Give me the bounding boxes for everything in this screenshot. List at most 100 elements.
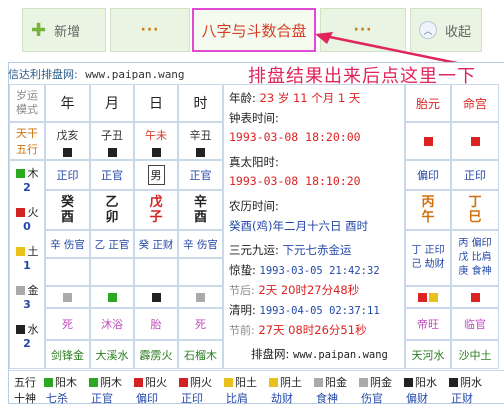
element-count: 2 — [23, 181, 31, 194]
element-count: 0 — [23, 220, 31, 233]
pillar-element-icon — [107, 292, 117, 302]
right-stem-branch-0: 丙午 — [405, 190, 451, 230]
pillar-stem: 乙 — [105, 195, 119, 210]
right-state-1: 临官 — [451, 308, 499, 340]
footer-url: www.paipan.wang — [293, 349, 388, 361]
element-swatch-icon — [15, 246, 25, 256]
pillar-stem-branch-0: 癸酉 — [45, 190, 90, 230]
right-hidden-item: 戊 比肩 — [458, 252, 492, 263]
pillar-elem-3 — [178, 286, 223, 308]
tab-more-left[interactable]: ··· — [110, 8, 190, 52]
legend-swatch-icon — [269, 377, 278, 387]
yunshi-cell: 岁运模式 — [9, 84, 45, 122]
pillar-god-3: 正官 — [178, 160, 223, 190]
pillar-sub-text: 戊亥 — [56, 129, 79, 142]
pillar-empty-2 — [134, 258, 178, 286]
right-element-icon — [470, 292, 480, 302]
right-hidden-item: 庚 食神 — [458, 266, 492, 277]
pillar-element-icon — [151, 292, 161, 302]
pillar-branch: 子 — [149, 210, 163, 225]
right-state-0: 帝旺 — [405, 308, 451, 340]
pillar-header-1: 月 — [90, 84, 134, 122]
jingzhe-value: 1993-03-05 21:42:32 — [259, 265, 380, 277]
add-label: 新增 — [54, 24, 81, 40]
legend-swatch-icon — [314, 377, 323, 387]
tiangan-wuxing-cell: 天干 五行 — [9, 122, 45, 160]
qingming-value: 1993-04-05 02:37:11 — [259, 305, 380, 317]
footer-label: 排盘网: — [251, 347, 290, 361]
legend-swatch-icon — [224, 377, 233, 387]
pillar-elem-1 — [90, 286, 134, 308]
after-label: 节前: — [229, 324, 255, 337]
lunar-value: 癸酉(鸡)年二月十六日 酉时 — [229, 219, 369, 233]
legend-swatch-icon — [404, 377, 413, 387]
solar-label: 真太阳时: — [229, 155, 279, 169]
pillar-sub-text: 午未 — [145, 129, 167, 142]
legend-element-name: 阴水 — [460, 376, 482, 389]
pillar-branch: 酉 — [60, 210, 74, 225]
right-stem-branch-1: 丁巳 — [451, 190, 499, 230]
sanyuan-value: 下元七赤金运 — [282, 243, 352, 257]
legend-swatch-icon — [359, 377, 368, 387]
pillar-header-2: 日 — [134, 84, 178, 122]
legend-swatch-icon — [449, 377, 458, 387]
right-stem: 丁 — [468, 195, 482, 210]
pillar-sub-2: 午未 — [134, 122, 178, 160]
gender-badge: 男 — [147, 165, 165, 185]
qingming-label: 清明: — [229, 303, 256, 317]
legend-element-name: 阴木 — [100, 376, 122, 389]
right-hidden-item: 丙 偏印 — [458, 238, 492, 249]
pillar-nayin-2: 霹雳火 — [134, 340, 178, 369]
legend-element-name: 阴火 — [190, 376, 212, 389]
legend-element-name: 阳木 — [55, 376, 77, 389]
pillar-branch: 酉 — [193, 210, 207, 225]
pillar-sub-3: 辛丑 — [178, 122, 223, 160]
right-elem-1 — [451, 286, 499, 308]
pillar-stem-branch-3: 辛酉 — [178, 190, 223, 230]
pillar-element-icon — [63, 292, 72, 302]
right-nayin-0: 天河水 — [405, 340, 451, 369]
age-label: 年龄: — [229, 91, 256, 105]
element-name: 水 — [27, 323, 39, 336]
add-button[interactable]: ✚ 新增 — [22, 8, 106, 52]
right-hidden-item: 己 劫财 — [411, 259, 445, 270]
pillar-god-0: 正印 — [45, 160, 90, 190]
element-swatch-icon — [15, 285, 25, 295]
pillar-square-icon — [63, 148, 72, 157]
site-url: www.paipan.wang — [85, 68, 185, 81]
legend-element-name: 阴金 — [370, 376, 392, 389]
tab-bazi-ziwei[interactable]: 八字与斗数合盘 — [192, 8, 316, 52]
legend-element-5: 阴土 — [269, 374, 302, 390]
element-count-cell: 木2火0土1金3水2 — [9, 160, 45, 369]
yunshi-label: 岁运模式 — [16, 89, 38, 116]
element-count-4: 水 — [15, 321, 39, 337]
pillar-state-1: 沐浴 — [90, 308, 134, 340]
tab-label: 八字与斗数合盘 — [201, 21, 307, 40]
legend-swatch-icon — [89, 377, 98, 387]
right-god-0: 偏印 — [405, 160, 451, 190]
legend-element-name: 阳火 — [145, 376, 167, 389]
pillar-nayin-3: 石榴木 — [178, 340, 223, 369]
right-hidden-0: 丁 正印己 劫财 — [405, 230, 451, 286]
legend-element-8: 阳水 — [404, 374, 437, 390]
legend-swatch-icon — [44, 377, 53, 387]
info-content: 年龄: 23 岁 11 个月 1 天 钟表时间: 1993-03-08 18:2… — [223, 84, 405, 369]
pillar-sub-1: 子丑 — [90, 122, 134, 160]
wuxing-label: 五行 — [16, 143, 38, 156]
legend-element-1: 阴木 — [89, 374, 122, 390]
legend-element-name: 阳土 — [235, 376, 257, 389]
element-count-2: 土 — [15, 243, 39, 259]
pillar-nayin-0: 剑锋金 — [45, 340, 90, 369]
right-element-icon — [429, 292, 438, 302]
legend-element-name: 阳水 — [415, 376, 437, 389]
element-swatch-icon — [15, 207, 25, 217]
pillar-empty-0 — [45, 258, 90, 286]
pillar-state-2: 胎 — [134, 308, 178, 340]
pillar-branch: 卯 — [105, 210, 119, 225]
element-count: 3 — [23, 298, 31, 311]
element-name: 火 — [27, 206, 39, 219]
right-hidden-item: 丁 正印 — [411, 245, 445, 256]
element-count-1: 火 — [15, 204, 39, 220]
element-count-0: 木 — [15, 165, 39, 181]
pillar-state-3: 死 — [178, 308, 223, 340]
